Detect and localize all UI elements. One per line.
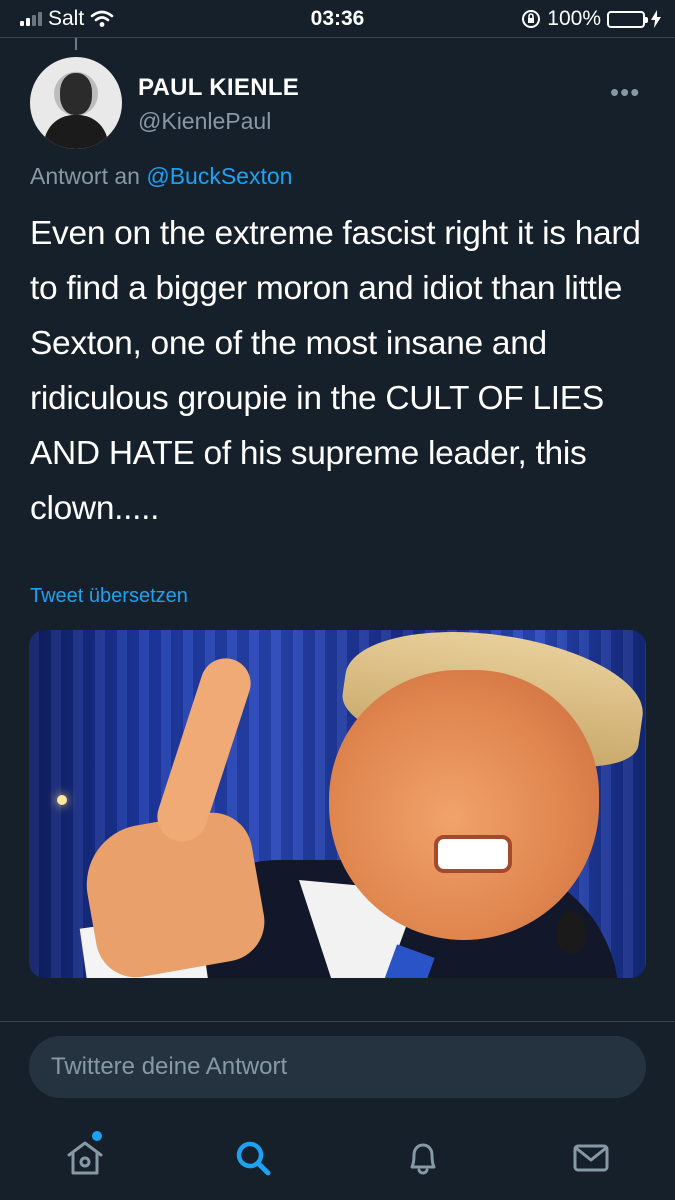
- reply-mention-link[interactable]: @BuckSexton: [146, 163, 292, 189]
- status-right: 100%: [521, 7, 661, 31]
- bottom-divider: [0, 1021, 675, 1022]
- new-content-dot: [92, 1131, 102, 1141]
- charging-icon: [651, 10, 661, 28]
- rotation-lock-icon: [522, 10, 541, 28]
- tweet-media-image[interactable]: [29, 630, 646, 978]
- search-icon: [236, 1141, 271, 1176]
- status-bar: Salt 03:36 100%: [0, 0, 675, 38]
- battery-icon: [607, 10, 648, 28]
- mail-icon: [573, 1144, 609, 1172]
- tab-notifications[interactable]: [398, 1133, 448, 1183]
- tab-messages[interactable]: [566, 1133, 616, 1183]
- battery-percent: 100%: [547, 7, 601, 30]
- avatar[interactable]: [30, 57, 122, 149]
- translate-tweet-link[interactable]: Tweet übersetzen: [30, 585, 188, 608]
- reply-box[interactable]: [29, 1036, 646, 1098]
- reply-input[interactable]: [29, 1036, 646, 1098]
- tweet-text: Even on the extreme fascist right it is …: [30, 215, 641, 527]
- tab-home[interactable]: [60, 1133, 110, 1183]
- home-icon: [67, 1141, 103, 1175]
- bell-icon: [410, 1143, 436, 1175]
- author-name[interactable]: PAUL KIENLE: [138, 74, 299, 102]
- thread-connector: [75, 38, 77, 50]
- top-divider: [0, 37, 675, 38]
- reply-prefix: Antwort an: [30, 163, 140, 189]
- more-options-icon[interactable]: •••: [610, 77, 640, 108]
- tab-search[interactable]: [228, 1133, 278, 1183]
- reply-context: Antwort an @BuckSexton: [30, 163, 292, 190]
- author-handle[interactable]: @KienlePaul: [138, 108, 271, 135]
- tab-bar: [0, 1115, 675, 1200]
